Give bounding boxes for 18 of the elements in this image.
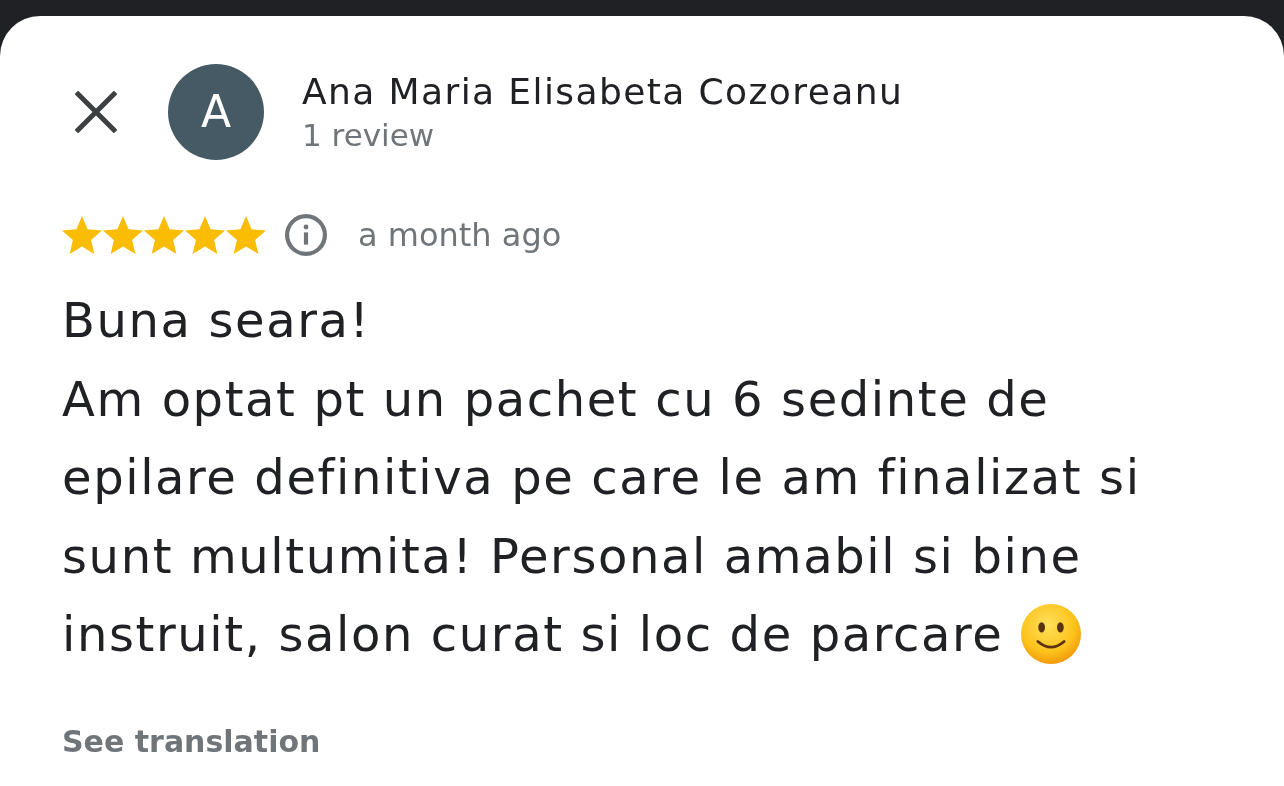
see-translation-link[interactable]: See translation	[62, 721, 321, 762]
reviewer-name[interactable]: Ana Maria Elisabeta Cozoreanu	[302, 69, 904, 115]
review-text: sunt multumita! Personal amabil si bine	[62, 526, 1082, 586]
star-icon	[226, 216, 266, 254]
review-count: 1 review	[302, 116, 435, 155]
review-text: instruit, salon curat si loc de parcare	[62, 605, 1004, 664]
review-text: Am optat pt un pachet cu 6 sedinte de	[62, 369, 1050, 429]
review-text: epilare definitiva pe care le am finalizat si	[62, 448, 1141, 507]
star-icon	[103, 216, 143, 254]
info-icon[interactable]	[285, 214, 327, 256]
star-icon	[62, 216, 102, 254]
review-date: a month ago	[358, 215, 562, 255]
star-icon	[185, 216, 225, 254]
star-icon	[144, 216, 184, 254]
review-text: Buna seara!	[62, 291, 371, 350]
avatar[interactable]: A	[168, 64, 264, 160]
smiling-face-icon	[1021, 604, 1082, 665]
close-icon	[75, 91, 117, 133]
